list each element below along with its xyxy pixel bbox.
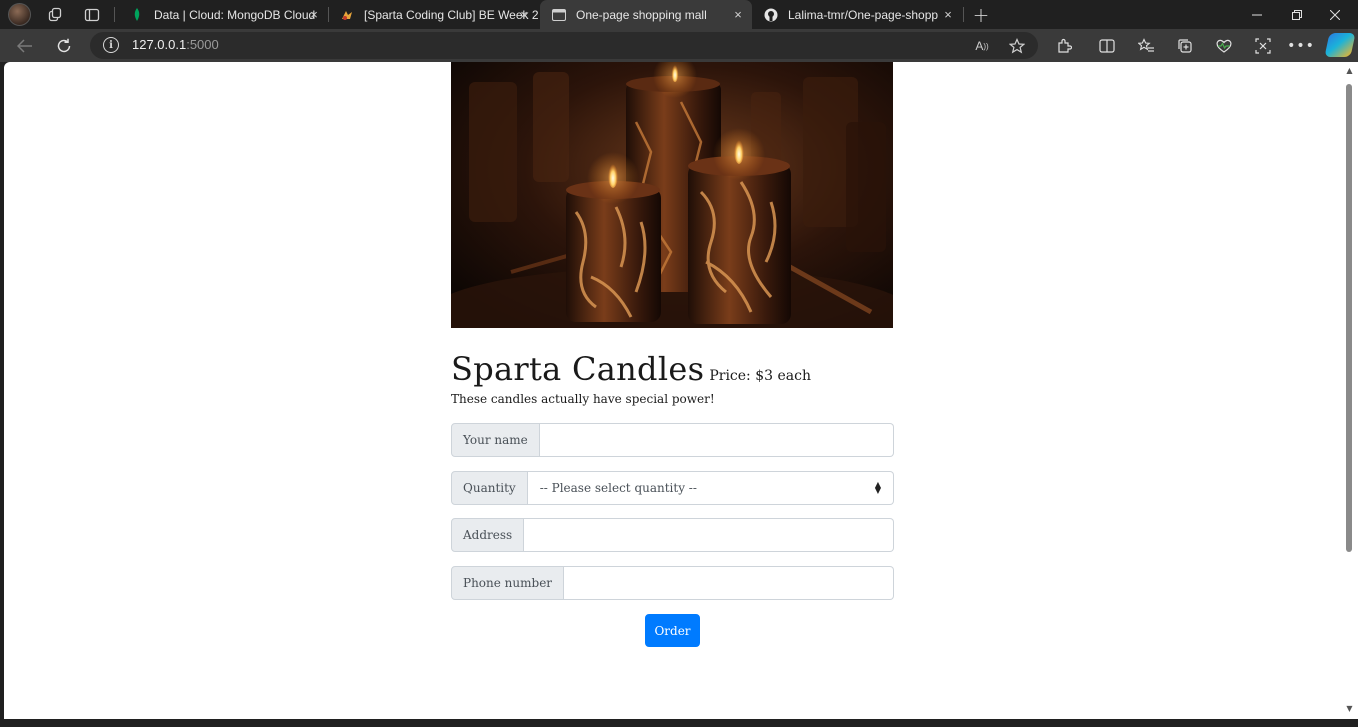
close-tab-icon[interactable]: × xyxy=(940,6,956,22)
workspaces-icon[interactable] xyxy=(44,4,66,26)
tab-label: One-page shopping mall xyxy=(576,7,707,22)
page-content: Sparta Candles Price: $3 each These cand… xyxy=(451,62,894,647)
url-port: :5000 xyxy=(186,37,219,52)
address-bar-row: i 127.0.0.1:5000 A)) ••• xyxy=(0,29,1358,62)
screenshot-icon[interactable] xyxy=(1251,34,1275,58)
url-text[interactable]: 127.0.0.1:5000 xyxy=(132,37,219,52)
page-scrollbar[interactable]: ▲ ▼ xyxy=(1342,62,1358,719)
tab-mongodb[interactable]: Data | Cloud: MongoDB Cloud × xyxy=(118,0,328,29)
scrollbar-thumb[interactable] xyxy=(1346,84,1352,552)
select-caret-icon: ▲ ▼ xyxy=(874,480,881,495)
back-icon[interactable] xyxy=(13,34,37,58)
tab-github[interactable]: Lalima-tmr/One-page-shopping × xyxy=(752,0,962,29)
close-window-button[interactable] xyxy=(1312,0,1358,29)
product-description: These candles actually have special powe… xyxy=(451,392,715,406)
read-aloud-icon[interactable]: A)) xyxy=(972,36,992,56)
address-bar[interactable]: i 127.0.0.1:5000 A)) xyxy=(90,32,1038,59)
github-icon xyxy=(764,8,778,22)
favorites-icon[interactable] xyxy=(1134,34,1158,58)
quantity-select[interactable]: -- Please select quantity -- ▲ ▼ xyxy=(527,471,894,505)
close-tab-icon[interactable]: × xyxy=(306,6,322,22)
tab-separator xyxy=(963,7,964,22)
phone-input[interactable] xyxy=(564,566,894,600)
tab-separator xyxy=(114,7,115,22)
browser-essentials-icon[interactable] xyxy=(1212,34,1236,58)
collections-icon[interactable] xyxy=(1173,34,1197,58)
scroll-up-arrow-icon[interactable]: ▲ xyxy=(1345,66,1354,75)
tab-label: [Sparta Coding Club] BE Week 2 xyxy=(364,7,538,22)
url-host: 127.0.0.1 xyxy=(132,37,187,52)
close-tab-icon[interactable]: × xyxy=(516,6,532,22)
page-viewport: Sparta Candles Price: $3 each These cand… xyxy=(4,62,1342,719)
address-input-group: Address xyxy=(451,518,894,552)
close-tab-icon[interactable]: × xyxy=(730,6,746,22)
more-icon[interactable]: ••• xyxy=(1287,34,1314,58)
phone-label: Phone number xyxy=(451,566,565,600)
profile-avatar[interactable] xyxy=(8,3,31,26)
scroll-down-arrow-icon[interactable]: ▼ xyxy=(1345,704,1354,713)
phone-input-group: Phone number xyxy=(451,566,894,600)
tab-label: Lalima-tmr/One-page-shopping xyxy=(788,7,938,22)
address-input[interactable] xyxy=(524,518,894,552)
copilot-icon[interactable] xyxy=(1324,33,1356,57)
name-label: Your name xyxy=(451,423,540,457)
candles-image xyxy=(451,62,893,328)
tab-shopping-mall[interactable]: One-page shopping mall × xyxy=(540,0,752,29)
tab-strip: Data | Cloud: MongoDB Cloud × [Sparta Co… xyxy=(0,0,1358,29)
tab-sparta[interactable]: [Sparta Coding Club] BE Week 2 × xyxy=(328,0,538,29)
split-screen-icon[interactable] xyxy=(1095,34,1119,58)
name-input[interactable] xyxy=(539,423,894,457)
vertical-tabs-icon[interactable] xyxy=(81,4,103,26)
favorite-star-icon[interactable] xyxy=(1007,36,1027,56)
quantity-selected-value: -- Please select quantity -- xyxy=(539,481,697,495)
product-heading: Sparta Candles Price: $3 each xyxy=(451,350,894,388)
window-bottom-edge xyxy=(0,719,1358,727)
sparta-favicon-icon xyxy=(340,8,354,22)
price-label: Price: $3 each xyxy=(709,368,811,384)
page-title: Sparta Candles xyxy=(451,350,705,388)
page-favicon-icon xyxy=(552,8,566,22)
new-tab-button[interactable]: + xyxy=(970,3,992,27)
name-input-group: Your name xyxy=(451,423,894,457)
info-icon[interactable]: i xyxy=(103,37,119,53)
address-label: Address xyxy=(451,518,525,552)
extensions-icon[interactable] xyxy=(1052,34,1076,58)
reload-icon[interactable] xyxy=(52,34,76,58)
mongodb-leaf-icon xyxy=(130,8,144,22)
quantity-input-group: Quantity -- Please select quantity -- ▲ ▼ xyxy=(451,471,894,505)
tab-label: Data | Cloud: MongoDB Cloud xyxy=(154,7,316,22)
quantity-label: Quantity xyxy=(451,471,528,505)
order-button[interactable]: Order xyxy=(645,614,700,647)
